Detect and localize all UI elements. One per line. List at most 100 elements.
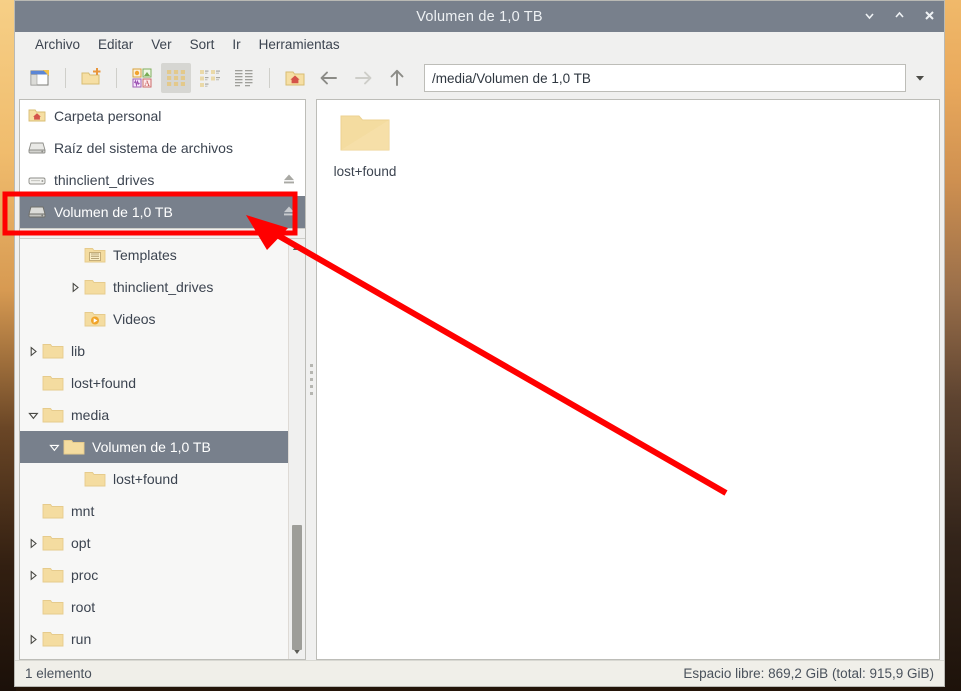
status-bar: 1 elemento Espacio libre: 869,2 GiB (tot…: [15, 660, 944, 686]
pane-divider-grip: [309, 364, 313, 395]
minimize-icon[interactable]: [862, 9, 876, 24]
tree-item-label: root: [71, 599, 96, 615]
splitter-grip: [151, 232, 174, 235]
chevron-down-icon[interactable]: [24, 410, 42, 421]
menu-item-archivo[interactable]: Archivo: [26, 35, 89, 54]
tree-item-label: Templates: [113, 247, 177, 263]
svg-text:A: A: [144, 79, 150, 88]
tree-item-label: lost+found: [71, 375, 136, 391]
tree-item-label: Videos: [113, 311, 156, 327]
chevron-right-icon[interactable]: [24, 537, 42, 549]
home-folder-icon: [28, 107, 46, 126]
folder-icon: [84, 278, 106, 296]
tree-item-lost-found[interactable]: lost+found: [20, 367, 288, 399]
tree-item-proc[interactable]: proc: [20, 559, 288, 591]
menu-bar: Archivo Editar Ver Sort Ir Herramientas: [15, 32, 944, 57]
path-dropdown-icon[interactable]: [906, 64, 934, 92]
menu-item-sort[interactable]: Sort: [181, 35, 224, 54]
templates-folder-icon: [84, 246, 106, 264]
menu-item-ver[interactable]: Ver: [142, 35, 180, 54]
folder-icon: [339, 110, 391, 159]
scrollbar-thumb[interactable]: [292, 525, 302, 650]
home-folder-icon[interactable]: [280, 63, 310, 93]
tree-item-lost-found[interactable]: lost+found: [20, 463, 288, 495]
scroll-up-icon[interactable]: [289, 239, 305, 255]
eject-icon[interactable]: [282, 172, 296, 189]
list-view-icon[interactable]: [229, 63, 259, 93]
tree-item-lib[interactable]: lib: [20, 335, 288, 367]
sidebar-item-label: Raíz del sistema de archivos: [54, 140, 233, 156]
status-item-count: 1 elemento: [25, 666, 92, 681]
new-folder-icon[interactable]: [76, 63, 106, 93]
tree-item-root[interactable]: root: [20, 591, 288, 623]
maximize-icon[interactable]: [892, 9, 906, 24]
sidebar-item-thinclient-drives[interactable]: thinclient_drives: [20, 164, 305, 196]
chevron-right-icon[interactable]: [24, 569, 42, 581]
folder-icon: [42, 406, 64, 424]
window-controls: [862, 1, 936, 32]
toolbar-separator: [116, 68, 117, 88]
icon-view-icon[interactable]: A: [127, 63, 157, 93]
sidebar-item-label: thinclient_drives: [54, 172, 155, 188]
tree-item-videos[interactable]: Videos: [20, 303, 288, 335]
tree-item-run[interactable]: run: [20, 623, 288, 655]
tree-item-label: Volumen de 1,0 TB: [92, 439, 211, 455]
chevron-down-icon[interactable]: [45, 442, 63, 453]
eject-icon[interactable]: [282, 204, 296, 221]
tree-item-label: opt: [71, 535, 91, 551]
content-panes: Carpeta personal Raíz del sistema de arc…: [15, 99, 944, 660]
toolbar-separator: [65, 68, 66, 88]
tree-item-label: lost+found: [113, 471, 178, 487]
compact-view-icon[interactable]: [161, 63, 191, 93]
sidebar-splitter[interactable]: [20, 228, 305, 239]
tree-item-label: lib: [71, 343, 86, 359]
directory-tree: Templates thinclient_drives Videos lib lost+…: [20, 239, 288, 659]
tree-item-label: media: [71, 407, 110, 423]
file-item-lost-found[interactable]: lost+found: [323, 110, 407, 179]
menu-item-editar[interactable]: Editar: [89, 35, 142, 54]
folder-icon: [42, 534, 64, 552]
tree-item-mnt[interactable]: mnt: [20, 495, 288, 527]
tree-item-thinclient-drives[interactable]: thinclient_drives: [20, 271, 288, 303]
videos-folder-icon: [84, 310, 106, 328]
window-title: Volumen de 1,0 TB: [416, 8, 543, 25]
sidebar-item-volumen-de-1-0-tb[interactable]: Volumen de 1,0 TB: [20, 196, 305, 228]
sidebar-scrollbar[interactable]: [288, 239, 305, 659]
tree-item-templates[interactable]: Templates: [20, 239, 288, 271]
up-arrow-icon[interactable]: [382, 63, 412, 93]
chevron-right-icon[interactable]: [66, 281, 84, 293]
tree-item-label: mnt: [71, 503, 95, 519]
folder-icon: [42, 342, 64, 360]
menu-item-ir[interactable]: Ir: [223, 35, 249, 54]
close-icon[interactable]: [922, 9, 936, 25]
folder-icon: [42, 502, 64, 520]
chevron-right-icon[interactable]: [24, 633, 42, 645]
file-manager-window: Volumen de 1,0 TB Archivo Editar Ver Sor…: [14, 0, 945, 687]
detailed-list-view-icon[interactable]: [195, 63, 225, 93]
sidebar-item-carpeta-personal[interactable]: Carpeta personal: [20, 100, 305, 132]
tree-pane: Templates thinclient_drives Videos lib lost+…: [20, 239, 305, 659]
tree-item-media[interactable]: media: [20, 399, 288, 431]
file-list-view[interactable]: lost+found: [316, 99, 940, 660]
file-item-label: lost+found: [333, 164, 397, 179]
tree-item-opt[interactable]: opt: [20, 527, 288, 559]
tree-item-label: thinclient_drives: [113, 279, 214, 295]
toolbar-separator: [269, 68, 270, 88]
menu-item-herramientas[interactable]: Herramientas: [250, 35, 349, 54]
sidebar-item-label: Volumen de 1,0 TB: [54, 204, 173, 220]
sidebar-item-raiz-sistema-archivos[interactable]: Raíz del sistema de archivos: [20, 132, 305, 164]
toggle-sidebar-icon[interactable]: [25, 63, 55, 93]
sidebar-item-label: Carpeta personal: [54, 108, 162, 124]
drive-icon: [28, 139, 46, 158]
back-arrow-icon[interactable]: [314, 63, 344, 93]
title-bar: Volumen de 1,0 TB: [15, 1, 944, 32]
chevron-right-icon[interactable]: [24, 345, 42, 357]
sidebar: Carpeta personal Raíz del sistema de arc…: [19, 99, 306, 660]
folder-icon: [42, 566, 64, 584]
places-list: Carpeta personal Raíz del sistema de arc…: [20, 100, 305, 228]
scrollbar-track[interactable]: [289, 255, 305, 650]
status-free-space: Espacio libre: 869,2 GiB (total: 915,9 G…: [683, 666, 934, 681]
path-input[interactable]: /media/Volumen de 1,0 TB: [424, 64, 906, 92]
pane-divider[interactable]: [306, 99, 316, 660]
tree-item-volumen-de-1-0-tb[interactable]: Volumen de 1,0 TB: [20, 431, 288, 463]
